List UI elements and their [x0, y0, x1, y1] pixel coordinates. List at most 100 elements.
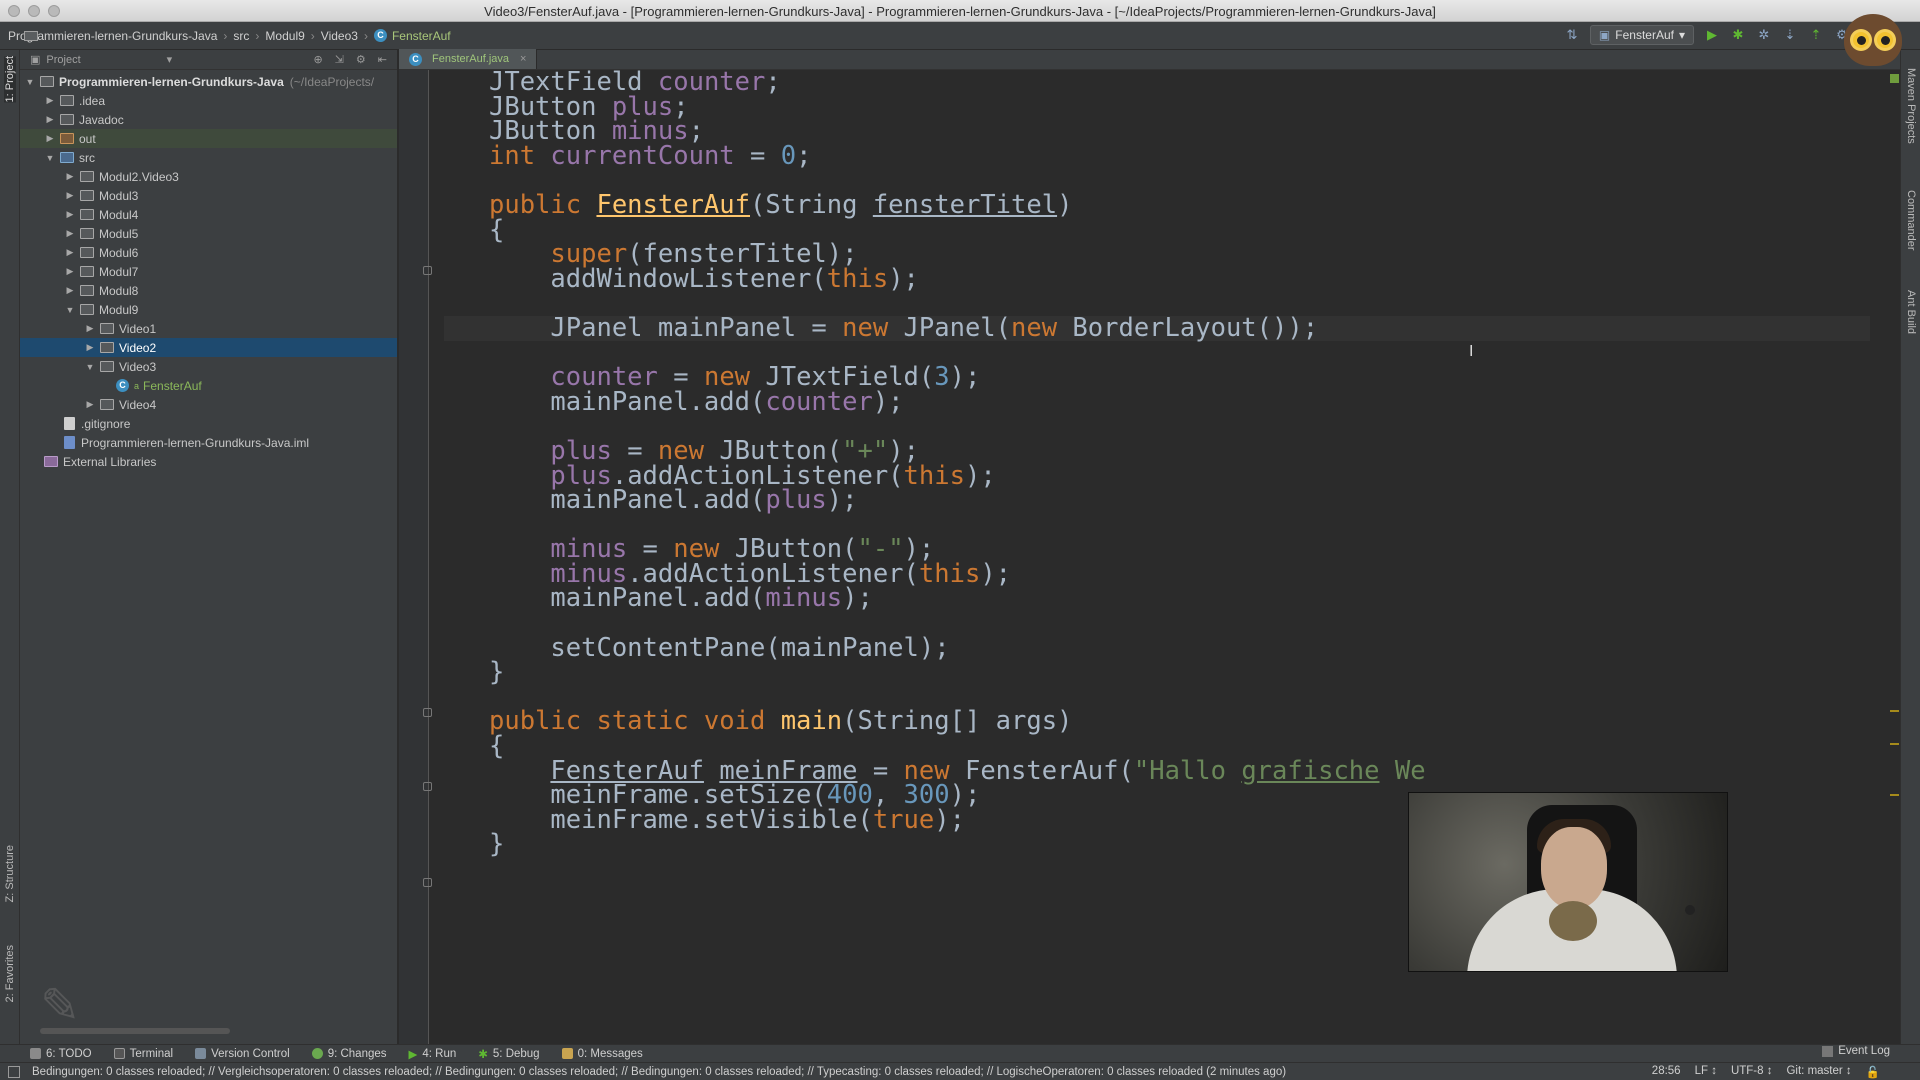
tree-item-modul6[interactable]: ▶ Modul6 [20, 243, 397, 262]
breadcrumb-fensterauf[interactable]: C FensterAuf [373, 29, 451, 43]
chevron-down-icon[interactable]: ▼ [64, 305, 76, 315]
code-line: addWindowListener(this); [489, 263, 919, 294]
version-control-tool-button[interactable]: Version Control [195, 1048, 290, 1060]
ant-build-tool-button[interactable]: Ant Build [1905, 290, 1917, 334]
maven-projects-tool-button[interactable]: Maven Projects [1905, 68, 1917, 144]
breadcrumb-src[interactable]: src › [24, 29, 259, 43]
favorites-tool-button[interactable]: 2: Favorites [4, 945, 16, 1002]
collapse-icon[interactable]: ⇲ [335, 53, 344, 66]
tree-item-modul3[interactable]: ▶ Modul3 [20, 186, 397, 205]
chevron-right-icon[interactable]: ▶ [64, 228, 76, 239]
tree-item-video4[interactable]: ▶ Video4 [20, 395, 397, 414]
chevron-right-icon[interactable]: ▶ [64, 266, 76, 277]
code-line: int currentCount = 0; [489, 140, 812, 171]
tree-item-src[interactable]: ▼ src [20, 148, 397, 167]
chevron-right-icon[interactable]: ▶ [84, 323, 96, 334]
tree-item-external-libraries[interactable]: External Libraries [20, 452, 397, 471]
tree-item-modul7[interactable]: ▶ Modul7 [20, 262, 397, 281]
chevron-right-icon[interactable]: ▶ [64, 285, 76, 296]
fold-marker-icon[interactable] [423, 266, 432, 275]
commander-tool-button[interactable]: Commander [1905, 190, 1917, 251]
git-branch-select[interactable]: Git: master ↕ [1786, 1065, 1851, 1079]
code-line: setContentPane(mainPanel); [489, 632, 950, 663]
breadcrumb-modul9[interactable]: Modul9 › [24, 29, 315, 43]
error-stripe[interactable] [1888, 70, 1900, 1044]
project-view-select[interactable]: Project [46, 54, 80, 66]
code-line: } [489, 657, 505, 688]
chevron-right-icon[interactable]: ▶ [64, 171, 76, 182]
tree-item-modul8[interactable]: ▶ Modul8 [20, 281, 397, 300]
encoding-select[interactable]: UTF-8 ↕ [1731, 1065, 1773, 1079]
warning-marker[interactable] [1890, 710, 1899, 712]
line-separator-select[interactable]: LF ↕ [1695, 1065, 1717, 1079]
debug-tool-button[interactable]: ✱ 5: Debug [478, 1047, 539, 1061]
chevron-right-icon[interactable]: ▶ [44, 133, 56, 144]
chevron-right-icon[interactable]: ▶ [84, 342, 96, 353]
tree-item-idea[interactable]: ▶ .idea [20, 91, 397, 110]
tree-item-modul2-video3[interactable]: ▶ Modul2.Video3 [20, 167, 397, 186]
run-tool-button[interactable]: ▶ 4: Run [409, 1047, 457, 1061]
tree-item-fensterauf[interactable]: Ca FensterAuf [20, 376, 397, 395]
warning-marker[interactable] [1890, 743, 1899, 745]
code-line: mainPanel.add(plus); [489, 485, 858, 516]
tree-item-modul4[interactable]: ▶ Modul4 [20, 205, 397, 224]
fold-marker-icon[interactable] [423, 782, 432, 791]
chevron-down-icon[interactable]: ▼ [44, 153, 56, 163]
hide-panel-icon[interactable]: ⇤ [378, 53, 387, 66]
run-icon[interactable]: ▶ [1704, 27, 1720, 43]
tree-item-root[interactable]: ▼ Programmieren-lernen-Grundkurs-Java (~… [20, 72, 397, 91]
caret-position[interactable]: 28:56 [1652, 1065, 1681, 1079]
chevron-down-icon[interactable]: ▼ [24, 77, 36, 87]
fold-marker-icon[interactable] [423, 878, 432, 887]
text-cursor-icon: I [1469, 343, 1474, 360]
breadcrumb-project[interactable]: Programmieren-lernen-Grundkurs-Java › [8, 29, 227, 43]
structure-tool-button[interactable]: Z: Structure [4, 845, 16, 902]
tree-item-video3[interactable]: ▼ Video3 [20, 357, 397, 376]
project-tool-button[interactable]: 1: Project [4, 56, 16, 103]
fold-marker-icon[interactable] [423, 708, 432, 717]
tab-fensterauf-java[interactable]: C FensterAuf.java × [399, 49, 538, 69]
todo-tool-button[interactable]: 6: TODO [30, 1048, 92, 1060]
chevron-right-icon[interactable]: ▶ [64, 190, 76, 201]
tree-item-out[interactable]: ▶ out [20, 129, 397, 148]
event-log-tool-button[interactable]: Event Log [1822, 1045, 1890, 1057]
terminal-tool-button[interactable]: Terminal [113, 1048, 173, 1060]
tree-item-gitignore[interactable]: .gitignore [20, 414, 397, 433]
right-tool-stripe: Maven Projects Commander Ant Build [1900, 50, 1920, 1044]
tree-item-modul5[interactable]: ▶ Modul5 [20, 224, 397, 243]
chevron-right-icon[interactable]: ▶ [84, 399, 96, 410]
tree-item-video1[interactable]: ▶ Video1 [20, 319, 397, 338]
coverage-icon[interactable]: ✲ [1756, 27, 1772, 43]
debug-icon[interactable]: ✱ [1730, 27, 1746, 43]
tree-item-javadoc[interactable]: ▶ Javadoc [20, 110, 397, 129]
breadcrumb-video3[interactable]: Video3 › [24, 29, 368, 43]
chevron-right-icon[interactable]: ▶ [44, 114, 56, 125]
status-message[interactable]: Bedingungen: 0 classes reloaded; // Verg… [0, 1066, 1652, 1078]
gear-icon[interactable]: ⚙ [356, 53, 366, 66]
tree-item-modul9[interactable]: ▼ Modul9 [20, 300, 397, 319]
warning-marker[interactable] [1890, 794, 1899, 796]
tree-item-iml[interactable]: Programmieren-lernen-Grundkurs-Java.iml [20, 433, 397, 452]
code-line: mainPanel.add(counter); [489, 386, 904, 417]
code-line: plus = new JButton("+"); [550, 435, 919, 466]
close-tab-icon[interactable]: × [520, 53, 526, 65]
build-icon[interactable]: ⇅ [1564, 27, 1580, 43]
messages-tool-button[interactable]: 0: Messages [561, 1048, 643, 1060]
locate-icon[interactable]: ⊕ [313, 53, 322, 66]
tool-window-toggle-icon[interactable] [8, 1066, 20, 1078]
package-icon [80, 190, 94, 201]
class-icon: C [373, 29, 387, 42]
changes-tool-button[interactable]: 9: Changes [311, 1048, 387, 1060]
project-tree: ▼ Programmieren-lernen-Grundkurs-Java (~… [20, 70, 397, 471]
vcs-update-icon[interactable]: ⇣ [1782, 27, 1798, 43]
chevron-down-icon[interactable]: ▾ [167, 53, 173, 66]
chevron-down-icon[interactable]: ▼ [84, 362, 96, 372]
vcs-commit-icon[interactable]: ⇡ [1808, 27, 1824, 43]
tree-item-video2[interactable]: ▶ Video2 [20, 338, 397, 357]
run-configuration-select[interactable]: ▣ FensterAuf ▾ [1589, 25, 1694, 45]
chevron-right-icon[interactable]: ▶ [64, 209, 76, 220]
chevron-right-icon[interactable]: ▶ [64, 247, 76, 258]
chevron-right-icon[interactable]: ▶ [44, 95, 56, 106]
lock-icon[interactable]: 🔓 [1866, 1065, 1880, 1079]
editor-gutter[interactable] [399, 70, 432, 1044]
